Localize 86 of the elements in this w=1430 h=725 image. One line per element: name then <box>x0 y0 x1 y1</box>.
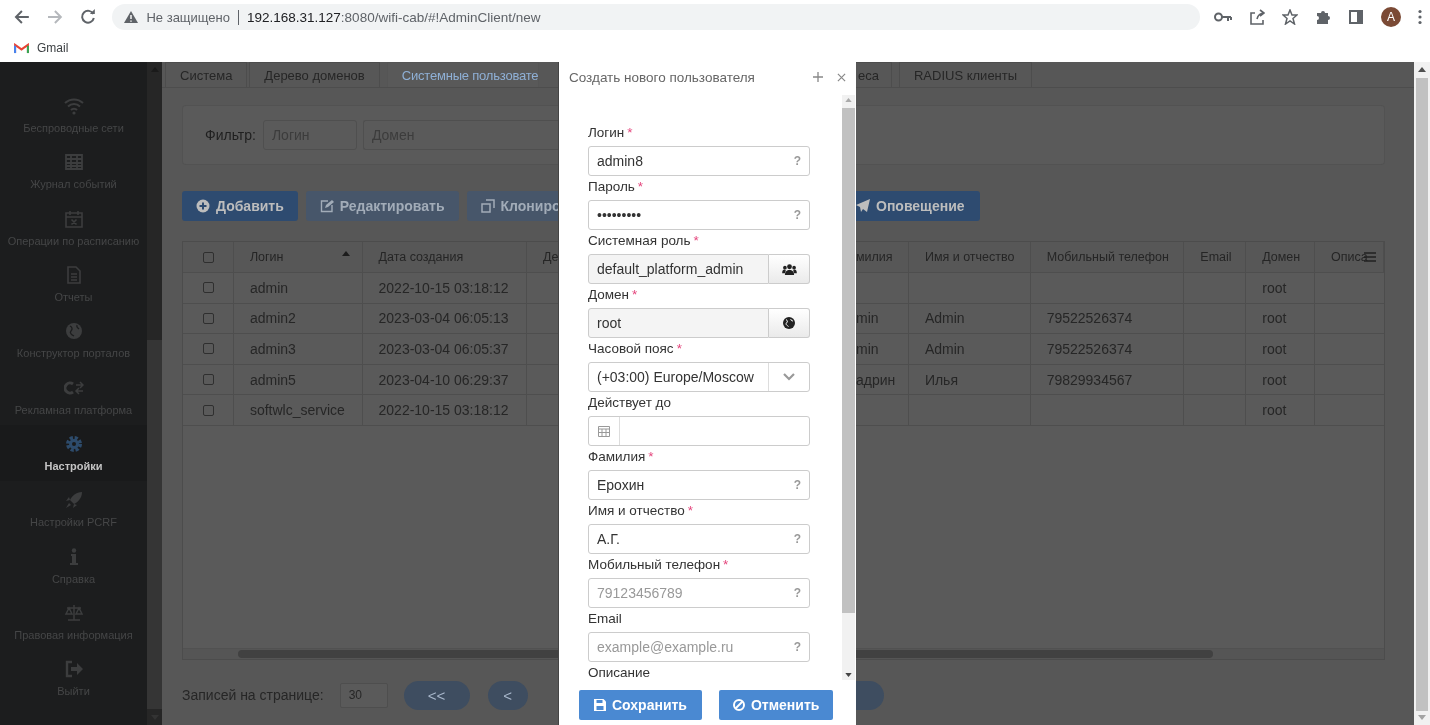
help-icon[interactable]: ? <box>793 640 801 654</box>
scales-icon <box>63 602 84 623</box>
logout-icon <box>63 659 84 680</box>
ban-icon <box>732 699 745 711</box>
key-icon[interactable] <box>1214 12 1232 22</box>
gear-icon <box>63 433 84 454</box>
filter-label: Фильтр: <box>205 127 256 143</box>
field-label: Имя и отчество * <box>588 501 694 520</box>
wifi-icon <box>63 96 84 117</box>
scroll-up-icon[interactable] <box>1418 67 1426 72</box>
row-checkbox[interactable] <box>203 404 214 416</box>
help-icon[interactable]: ? <box>793 208 801 222</box>
profile-avatar[interactable]: A <box>1381 7 1401 27</box>
row-checkbox[interactable] <box>203 312 214 324</box>
help-icon[interactable]: ? <box>793 586 801 600</box>
save-button[interactable]: Сохранить <box>579 690 702 720</box>
security-label: Не защищено <box>146 9 230 25</box>
puzzle-icon[interactable] <box>1315 9 1331 25</box>
help-icon[interactable]: ? <box>793 478 801 492</box>
share-icon[interactable] <box>1249 9 1265 25</box>
select-all-checkbox[interactable] <box>203 251 214 263</box>
chevron-down-icon <box>783 373 795 381</box>
toolbar-button[interactable]: Добавить <box>182 191 298 221</box>
field-label: Системная роль * <box>588 231 700 250</box>
sort-ascending-icon <box>341 250 350 256</box>
back-icon[interactable] <box>14 9 30 25</box>
field-label: Логин * <box>588 123 634 142</box>
table-icon <box>63 152 84 173</box>
row-checkbox[interactable] <box>203 282 214 294</box>
field-label: Фамилия * <box>588 447 655 466</box>
select-role-button[interactable] <box>769 254 810 284</box>
page-scrollbar[interactable] <box>1414 62 1430 725</box>
floppy-disk-icon <box>594 699 606 711</box>
rocket-icon <box>63 490 84 511</box>
pagination-button[interactable]: < <box>487 680 528 710</box>
readonly-field: root <box>588 308 769 338</box>
text-field[interactable]: example@example.ru ? <box>588 632 810 662</box>
bookmark-link[interactable]: Gmail <box>14 41 69 55</box>
calendar-icon <box>63 208 84 229</box>
field-label: Email <box>588 609 623 628</box>
cancel-button[interactable]: Отменить <box>718 690 834 720</box>
field-label: Домен * <box>588 285 639 304</box>
dialog-title: Создать нового пользователя <box>569 69 756 85</box>
close-icon[interactable] <box>837 72 846 82</box>
menu-icon[interactable] <box>1418 9 1422 25</box>
edit-icon <box>319 199 334 213</box>
dialog-scrollbar[interactable] <box>842 95 855 680</box>
date-field[interactable] <box>588 416 810 446</box>
help-icon[interactable]: ? <box>793 532 801 546</box>
field-label: Мобильный телефон * <box>588 555 730 574</box>
field-label: Часовой пояс * <box>588 339 683 358</box>
scrollbar-thumb[interactable] <box>856 650 1213 658</box>
pagination-button[interactable]: << <box>403 680 470 710</box>
calendar-icon <box>598 425 610 437</box>
select-domain-button[interactable] <box>769 308 810 338</box>
field-label: Действует до <box>588 393 672 412</box>
toolbar-button[interactable]: Оповещение <box>856 191 980 221</box>
timezone-dropdown[interactable]: (+03:00) Europe/Moscow <box>588 362 810 392</box>
row-checkbox[interactable] <box>203 343 214 355</box>
warning-icon <box>124 11 139 23</box>
sidebar-icon[interactable] <box>1348 9 1364 25</box>
field-label: Описание <box>588 663 652 682</box>
text-field[interactable]: 79123456789 ? <box>588 578 810 608</box>
address-bar[interactable]: Не защищено 192.168.31.127:8080/wifi-cab/#!AdminClient/new <box>112 4 1200 30</box>
row-checkbox[interactable] <box>203 374 214 386</box>
scroll-down-icon[interactable] <box>845 673 852 677</box>
text-field[interactable]: ••••••••• ? <box>588 200 810 230</box>
plus-circle-icon <box>196 199 210 213</box>
scrollbar-thumb[interactable] <box>238 650 558 658</box>
text-field[interactable]: А.Г. ? <box>588 524 810 554</box>
paper-plane-icon <box>856 199 870 213</box>
url-text: 192.168.31.127:8080/wifi-cab/#!AdminClient/new <box>247 9 541 25</box>
copy-icon <box>480 199 495 213</box>
readonly-field: default_platform_admin <box>588 254 769 284</box>
envelope-icon <box>14 42 29 54</box>
text-field[interactable]: Ерохин ? <box>588 470 810 500</box>
reload-icon[interactable] <box>79 9 96 25</box>
star-icon[interactable] <box>1282 9 1298 25</box>
globe-icon <box>783 317 795 329</box>
text-field[interactable]: admin8 ? <box>588 146 810 176</box>
field-label: Пароль * <box>588 177 645 196</box>
expand-icon[interactable] <box>813 72 823 82</box>
forward-icon[interactable] <box>46 9 63 25</box>
globe-icon <box>63 321 84 342</box>
users-icon <box>781 263 797 275</box>
help-icon[interactable]: ? <box>793 154 801 168</box>
